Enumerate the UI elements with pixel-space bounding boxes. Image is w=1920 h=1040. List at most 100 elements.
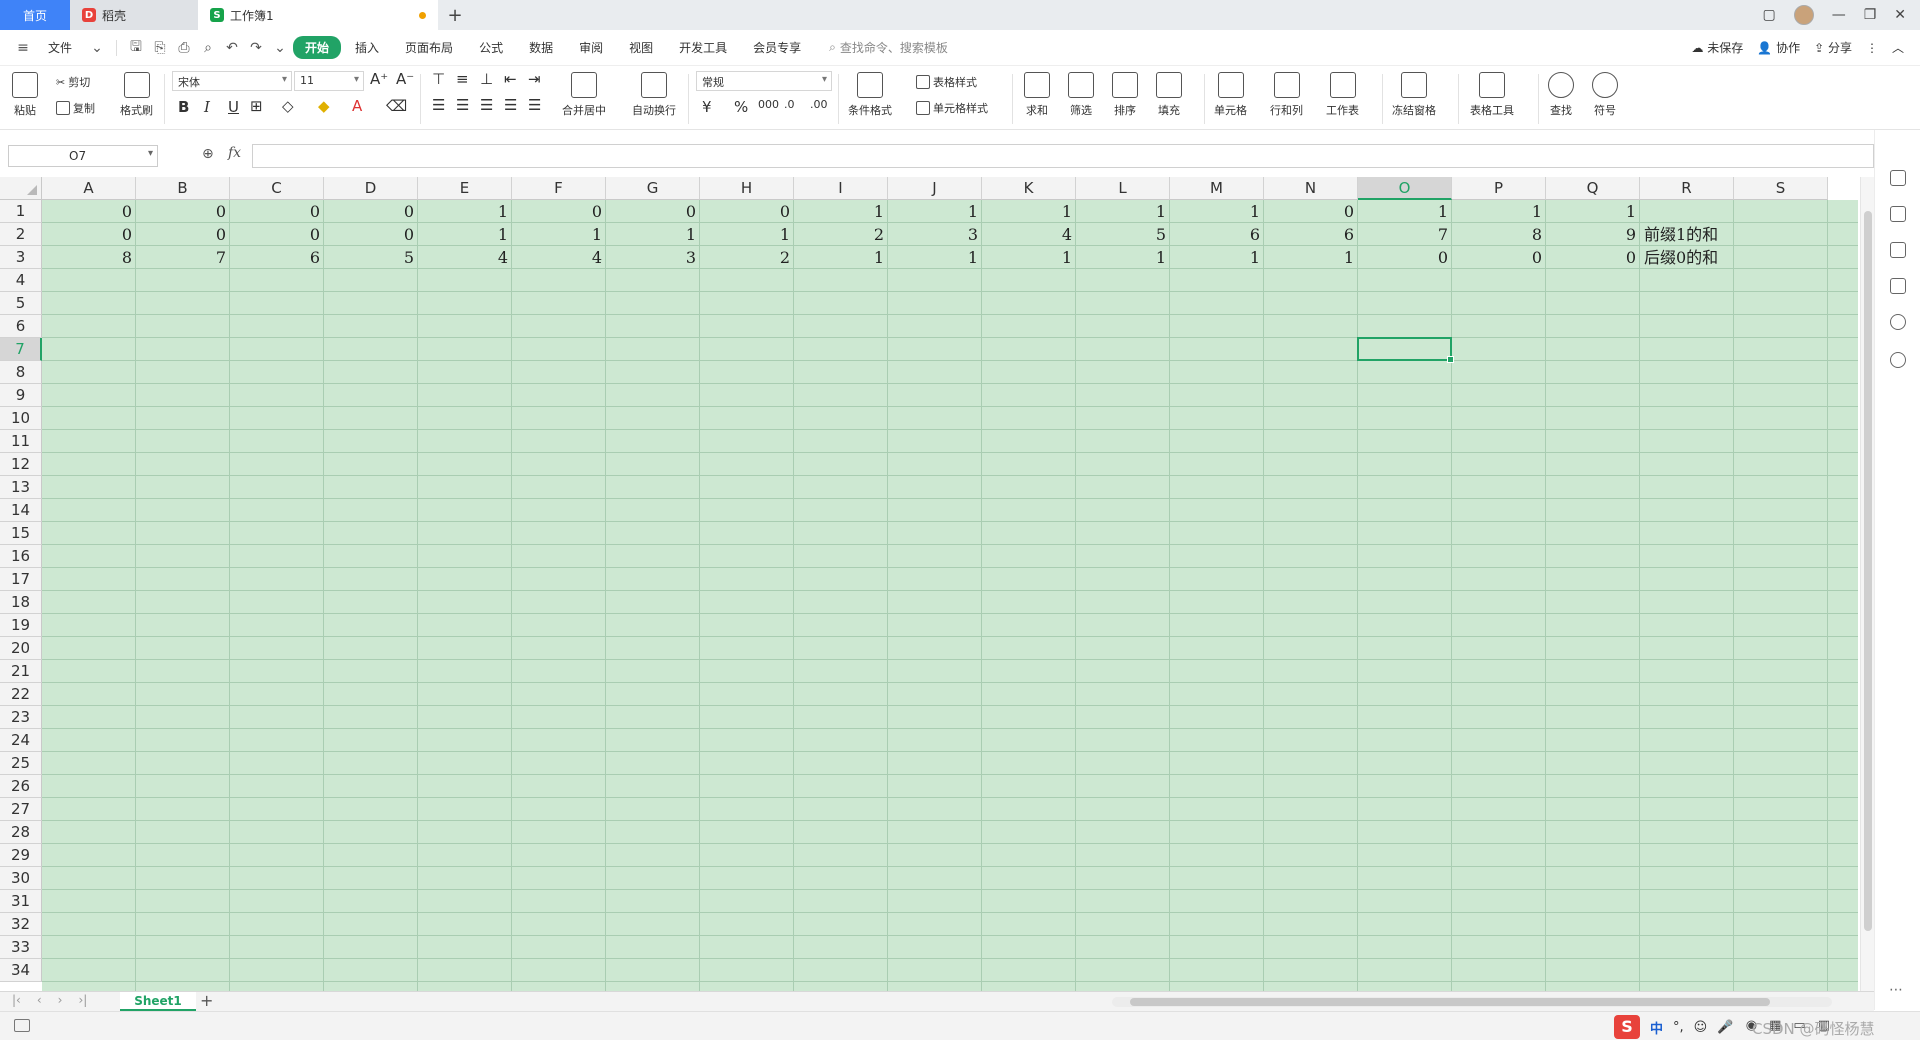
border-icon[interactable]: ⊞ [250, 97, 263, 115]
select-icon[interactable] [1890, 206, 1906, 222]
export-pdf-icon[interactable]: ⎘ [149, 40, 171, 56]
justify-icon[interactable]: ☰ [504, 96, 517, 114]
more-icon[interactable]: ⋮ [1866, 41, 1878, 55]
thousands-icon[interactable]: 000 [758, 98, 779, 111]
zoom-icon[interactable]: ⊕ [202, 146, 214, 162]
column-header-i[interactable]: I [794, 177, 888, 200]
column-header-l[interactable]: L [1076, 177, 1170, 200]
cell-o2[interactable]: 7 [1358, 223, 1452, 246]
symbol-button[interactable]: 符号 [1592, 72, 1618, 118]
menu-data[interactable]: 数据 [517, 36, 565, 59]
indent-increase-icon[interactable]: ⇥ [528, 70, 541, 88]
row-header-16[interactable]: 16 [0, 545, 42, 568]
cell-n1[interactable]: 0 [1264, 200, 1358, 223]
cell-a2[interactable]: 0 [42, 223, 136, 246]
last-sheet-icon[interactable]: ›| [78, 993, 87, 1007]
increase-font-icon[interactable]: A⁺ [370, 70, 388, 88]
cell-style-button[interactable]: 单元格样式 [916, 100, 988, 116]
decrease-decimal-icon[interactable]: .00 [810, 98, 828, 111]
unsaved-button[interactable]: ☁ 未保存 [1691, 39, 1743, 56]
chevron-down-icon[interactable]: ⌄ [86, 40, 108, 56]
cell-l1[interactable]: 1 [1076, 200, 1170, 223]
horizontal-scroll-thumb[interactable] [1130, 998, 1770, 1006]
save-icon[interactable]: 🖫 [125, 36, 147, 60]
cell-k2[interactable]: 4 [982, 223, 1076, 246]
conditional-format-button[interactable]: 条件格式 [848, 72, 892, 118]
distribute-icon[interactable]: ☰ [528, 96, 541, 114]
menu-file[interactable]: 文件 [36, 36, 84, 59]
vertical-scrollbar[interactable] [1860, 177, 1874, 991]
column-header-h[interactable]: H [700, 177, 794, 200]
row-header-9[interactable]: 9 [0, 384, 42, 407]
row-header-31[interactable]: 31 [0, 890, 42, 913]
table-style-button[interactable]: 表格样式 [916, 74, 977, 90]
filter-button[interactable]: 筛选 [1068, 72, 1094, 118]
cell-h2[interactable]: 1 [700, 223, 794, 246]
column-header-a[interactable]: A [42, 177, 136, 200]
cell-c2[interactable]: 0 [230, 223, 324, 246]
print-icon[interactable]: ⎙ [173, 40, 195, 56]
column-header-k[interactable]: K [982, 177, 1076, 200]
table-tools-button[interactable]: 表格工具 [1470, 72, 1514, 118]
cell-f2[interactable]: 1 [512, 223, 606, 246]
row-header-13[interactable]: 13 [0, 476, 42, 499]
number-format-select[interactable]: 常规 [696, 71, 832, 91]
share-button[interactable]: ⇪ 分享 [1814, 39, 1852, 56]
next-sheet-icon[interactable]: › [58, 993, 63, 1007]
cell-o1[interactable]: 1 [1358, 200, 1452, 223]
print-preview-icon[interactable]: ⌕ [197, 40, 219, 56]
row-header-1[interactable]: 1 [0, 200, 42, 223]
cell-l2[interactable]: 5 [1076, 223, 1170, 246]
font-name-select[interactable]: 宋体 [172, 71, 292, 91]
menu-page-layout[interactable]: 页面布局 [393, 36, 465, 59]
column-header-s[interactable]: S [1734, 177, 1828, 200]
cell-b1[interactable]: 0 [136, 200, 230, 223]
cell-k3[interactable]: 1 [982, 246, 1076, 269]
align-center-icon[interactable]: ☰ [456, 96, 469, 114]
underline-icon[interactable]: U [228, 98, 239, 116]
worksheet-button[interactable]: 工作表 [1326, 72, 1359, 118]
avatar[interactable] [1793, 5, 1814, 25]
increase-decimal-icon[interactable]: .0 [784, 98, 795, 111]
restore-icon[interactable]: ❐ [1864, 7, 1877, 23]
cell-q1[interactable]: 1 [1546, 200, 1640, 223]
indent-decrease-icon[interactable]: ⇤ [504, 70, 517, 88]
settings-icon[interactable] [1890, 242, 1906, 258]
cell-m1[interactable]: 1 [1170, 200, 1264, 223]
more-icon[interactable]: ⋯ [1889, 982, 1903, 998]
backup-icon[interactable] [1890, 278, 1906, 294]
cell-q3[interactable]: 0 [1546, 246, 1640, 269]
column-header-e[interactable]: E [418, 177, 512, 200]
row-header-30[interactable]: 30 [0, 867, 42, 890]
clear-format-icon[interactable]: ⌫ [386, 97, 407, 115]
column-header-g[interactable]: G [606, 177, 700, 200]
row-header-26[interactable]: 26 [0, 775, 42, 798]
align-bottom-icon[interactable]: ⊥ [480, 70, 493, 88]
sum-button[interactable]: 求和 [1024, 72, 1050, 118]
row-header-19[interactable]: 19 [0, 614, 42, 637]
help-icon[interactable] [1890, 314, 1906, 330]
column-header-q[interactable]: Q [1546, 177, 1640, 200]
hamburger-icon[interactable]: ≡ [12, 40, 34, 56]
reading-mode-icon[interactable]: ▢ [1762, 7, 1775, 23]
column-header-f[interactable]: F [512, 177, 606, 200]
column-header-c[interactable]: C [230, 177, 324, 200]
format-painter-button[interactable]: 格式刷 [120, 72, 153, 118]
cell-j2[interactable]: 3 [888, 223, 982, 246]
row-header-8[interactable]: 8 [0, 361, 42, 384]
undo-icon[interactable]: ↶ [221, 40, 243, 56]
add-sheet-button[interactable]: + [200, 991, 213, 1010]
paste-button[interactable]: 粘贴 [12, 72, 38, 118]
menu-insert[interactable]: 插入 [343, 36, 391, 59]
cell-d2[interactable]: 0 [324, 223, 418, 246]
row-header-5[interactable]: 5 [0, 292, 42, 315]
italic-icon[interactable]: I [204, 98, 210, 116]
column-header-b[interactable]: B [136, 177, 230, 200]
percent-icon[interactable]: % [734, 98, 748, 116]
emoji-icon[interactable]: ☺ [1694, 1020, 1708, 1035]
bold-icon[interactable]: B [178, 98, 189, 116]
merge-center-button[interactable]: 合并居中 [562, 72, 606, 118]
cell-b3[interactable]: 7 [136, 246, 230, 269]
column-header-p[interactable]: P [1452, 177, 1546, 200]
align-left-icon[interactable]: ☰ [432, 96, 445, 114]
